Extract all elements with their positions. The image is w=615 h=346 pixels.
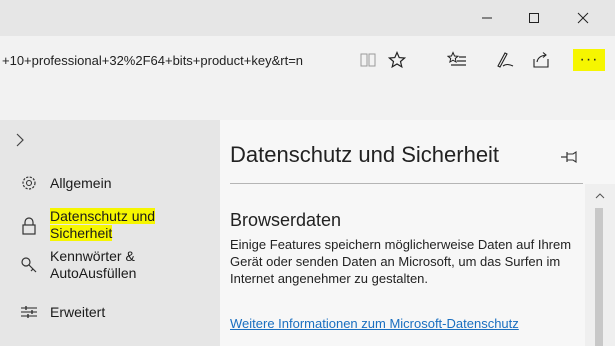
nav-item-label: Allgemein bbox=[50, 175, 112, 191]
favorites-hub-button[interactable] bbox=[443, 46, 471, 74]
scroll-up-button[interactable] bbox=[585, 184, 615, 208]
nav-item-label: Sicherheit bbox=[50, 225, 113, 241]
lock-icon bbox=[18, 215, 40, 237]
maximize-icon bbox=[529, 13, 539, 23]
nav-item-label: Erweitert bbox=[50, 304, 106, 320]
close-button[interactable] bbox=[563, 0, 603, 36]
sliders-icon bbox=[18, 301, 40, 323]
nav-item-datenschutz[interactable]: Datenschutz und Sicherheit bbox=[0, 208, 220, 242]
favorites-list-icon bbox=[447, 51, 466, 66]
chevron-up-icon bbox=[595, 193, 605, 199]
nav-item-allgemein[interactable]: Allgemein bbox=[0, 172, 220, 194]
section-description: Einige Features speichern möglicherweise… bbox=[230, 237, 572, 286]
settings-panel: Datenschutz und Sicherheit Browserdaten … bbox=[220, 120, 615, 346]
star-icon bbox=[388, 51, 406, 69]
scroll-thumb[interactable] bbox=[595, 208, 603, 346]
chevron-right-icon bbox=[16, 133, 24, 147]
reading-view-button[interactable] bbox=[354, 46, 382, 74]
share-icon bbox=[533, 52, 549, 68]
pin-icon bbox=[561, 150, 577, 164]
more-button[interactable]: ··· bbox=[573, 49, 605, 71]
more-icon: ··· bbox=[579, 51, 599, 68]
page-title: Datenschutz und Sicherheit bbox=[230, 142, 500, 167]
pen-icon bbox=[497, 52, 514, 68]
title-bar bbox=[0, 0, 615, 36]
nav-item-kennwoerter[interactable]: Kennwörter & AutoAusfüllen bbox=[0, 248, 220, 282]
page-strip bbox=[0, 84, 615, 120]
close-icon bbox=[577, 12, 589, 24]
pin-button[interactable] bbox=[560, 148, 578, 166]
favorite-button[interactable] bbox=[383, 46, 411, 74]
notes-button[interactable] bbox=[491, 46, 519, 74]
nav-item-label: Kennwörter & bbox=[50, 248, 135, 264]
share-button[interactable] bbox=[527, 46, 555, 74]
nav-item-label: Datenschutz und bbox=[50, 208, 156, 224]
collapse-button[interactable] bbox=[8, 128, 32, 152]
maximize-button[interactable] bbox=[514, 0, 554, 36]
gear-icon bbox=[18, 172, 40, 194]
browser-toolbar: +10+professional+32%2F64+bits+product+ke… bbox=[0, 36, 615, 84]
minimize-icon bbox=[482, 17, 492, 19]
address-bar[interactable]: +10+professional+32%2F64+bits+product+ke… bbox=[0, 36, 345, 84]
title-divider bbox=[230, 183, 583, 184]
minimize-button[interactable] bbox=[467, 0, 507, 36]
address-url[interactable]: +10+professional+32%2F64+bits+product+ke… bbox=[0, 53, 345, 68]
section-title: Browserdaten bbox=[230, 210, 342, 230]
panel-scrollbar[interactable] bbox=[585, 184, 615, 346]
settings-nav: Allgemein Datenschutz und Sicherheit Ken… bbox=[0, 120, 220, 346]
book-icon bbox=[360, 53, 376, 67]
nav-item-erweitert[interactable]: Erweitert bbox=[0, 301, 220, 323]
nav-item-label: AutoAusfüllen bbox=[50, 265, 137, 281]
key-icon bbox=[18, 254, 40, 276]
privacy-info-link[interactable]: Weitere Informationen zum Microsoft-Date… bbox=[230, 316, 575, 331]
